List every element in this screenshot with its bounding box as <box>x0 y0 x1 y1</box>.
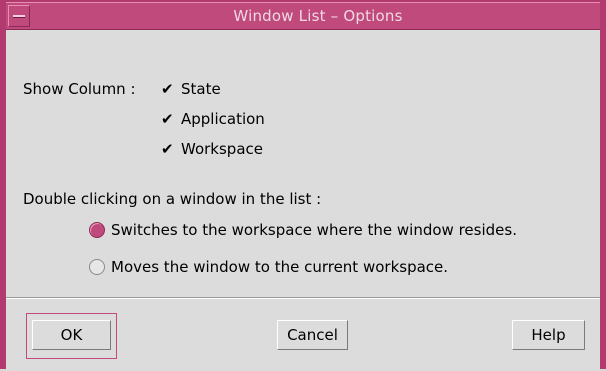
window-list-options-dialog: Window List – Options Show Column : ✔ St… <box>0 0 606 371</box>
checkbox-application[interactable]: ✔ Application <box>161 110 265 128</box>
checkbox-state[interactable]: ✔ State <box>161 80 221 98</box>
double-click-label: Double clicking on a window in the list … <box>23 190 322 208</box>
radio-move-window[interactable]: Moves the window to the current workspac… <box>89 258 448 276</box>
title-bar[interactable]: Window List – Options <box>6 2 600 30</box>
checkbox-workspace[interactable]: ✔ Workspace <box>161 140 263 158</box>
button-bar: OK Cancel Help <box>6 299 600 371</box>
ok-button[interactable]: OK <box>32 320 111 350</box>
window-title: Window List – Options <box>233 7 403 25</box>
help-button[interactable]: Help <box>512 320 585 350</box>
radio-move-window-label: Moves the window to the current workspac… <box>111 258 449 276</box>
radio-switch-workspace[interactable]: Switches to the workspace where the wind… <box>89 221 517 239</box>
checkmark-icon: ✔ <box>161 140 174 158</box>
checkbox-application-label: Application <box>181 110 265 128</box>
window-menu-button[interactable] <box>8 5 30 27</box>
radio-switch-workspace-label: Switches to the workspace where the wind… <box>111 221 517 239</box>
radio-unselected-icon <box>89 259 105 275</box>
radio-selected-icon <box>89 222 105 238</box>
checkbox-state-label: State <box>181 80 221 98</box>
checkmark-icon: ✔ <box>161 110 174 128</box>
checkmark-icon: ✔ <box>161 80 174 98</box>
window-menu-icon <box>13 15 25 18</box>
cancel-button[interactable]: Cancel <box>277 320 348 350</box>
show-column-label: Show Column : <box>23 80 136 98</box>
checkbox-workspace-label: Workspace <box>181 140 263 158</box>
options-panel: Show Column : ✔ State ✔ Application ✔ Wo… <box>6 31 600 297</box>
